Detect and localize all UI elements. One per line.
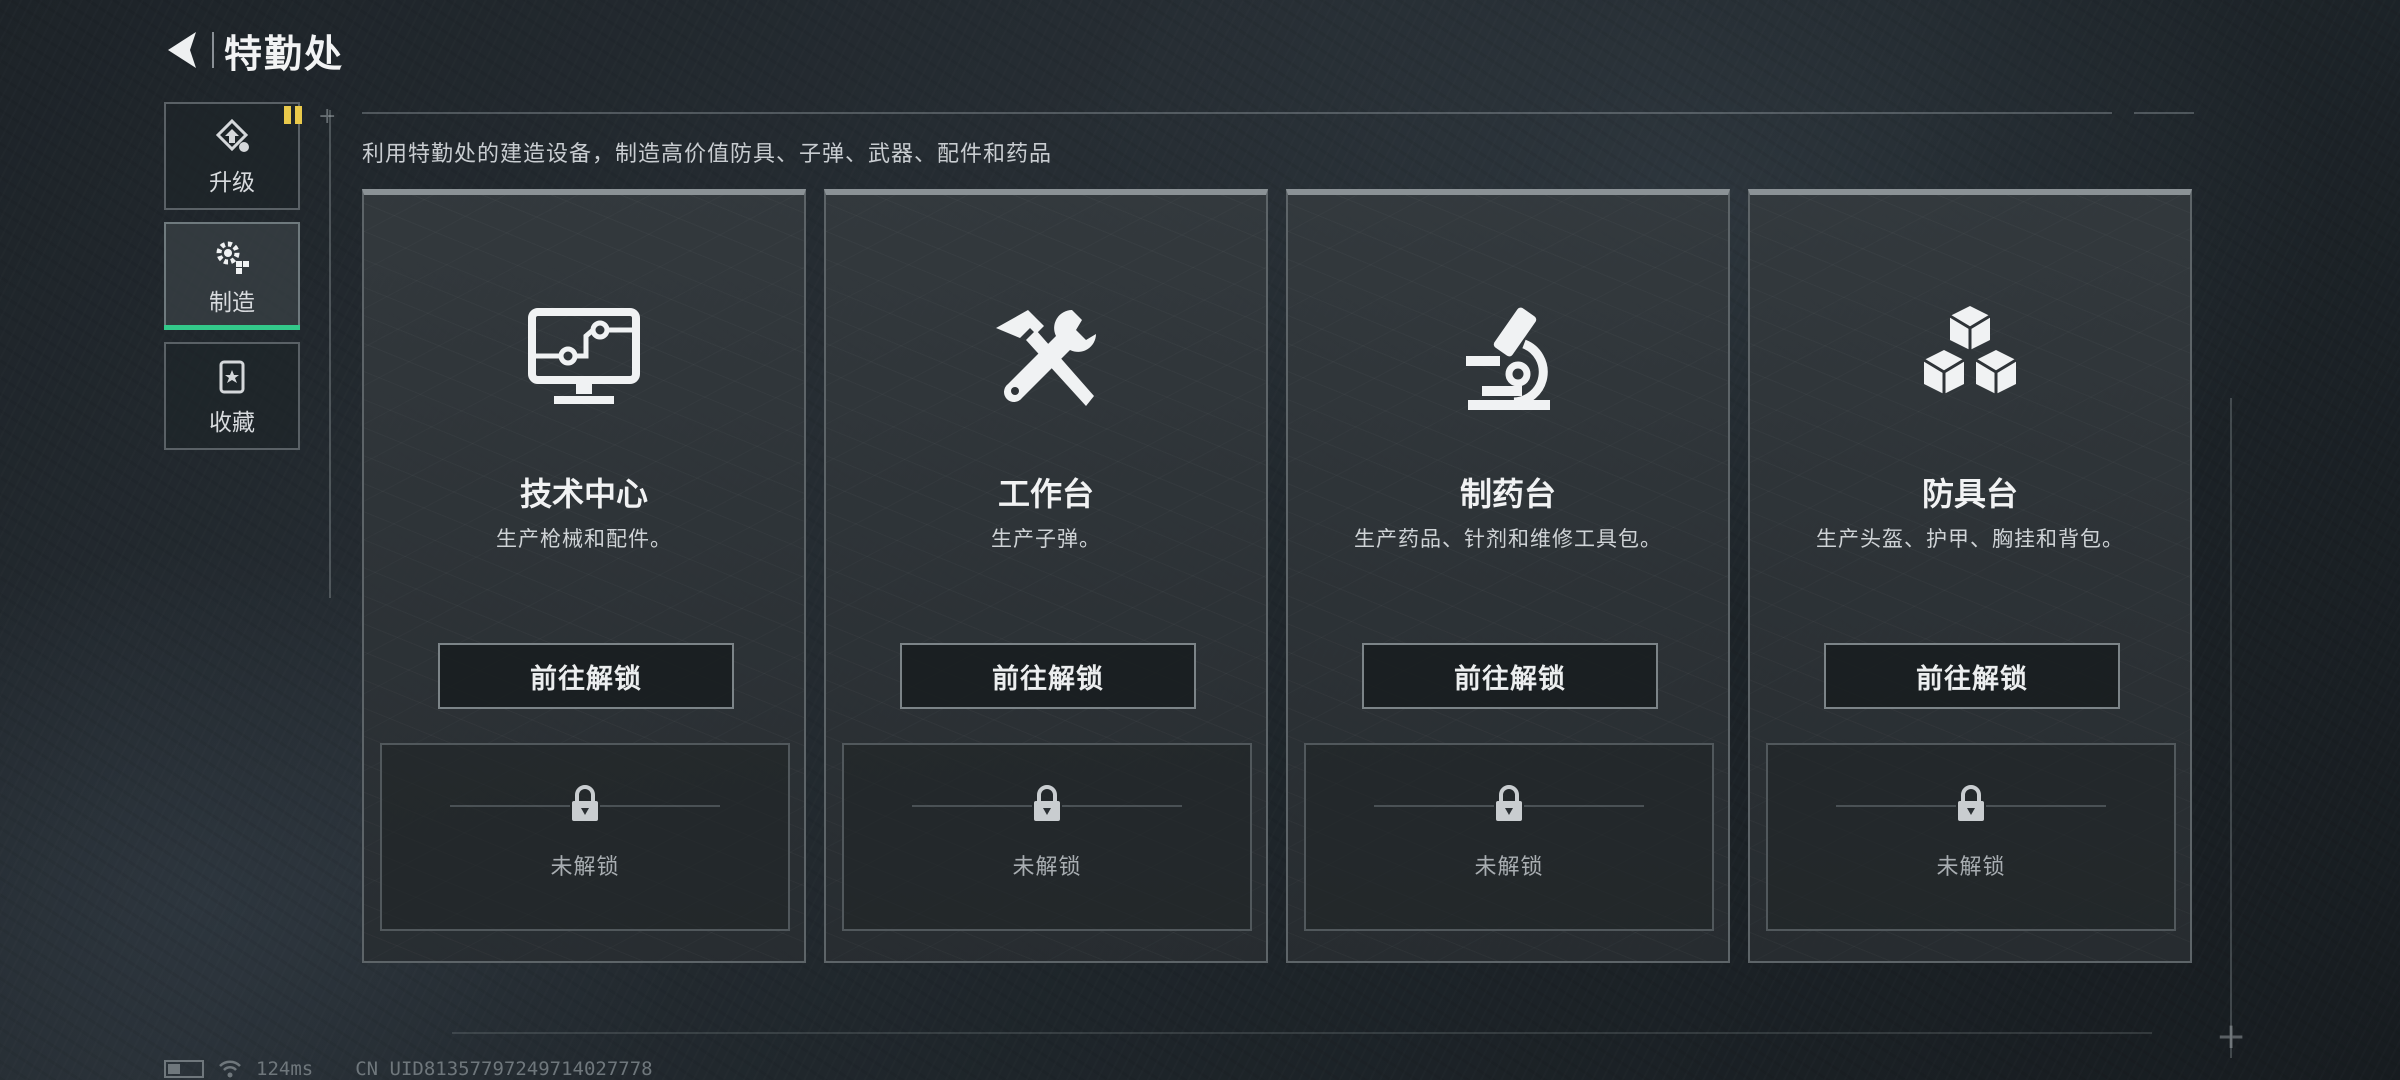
upgrade-icon [210,115,254,159]
ping-value: 124ms [256,1058,314,1080]
lock-divider-left [1374,805,1494,807]
wifi-icon [219,1060,241,1078]
locked-label: 未解锁 [1474,855,1544,880]
boxes-icon [1905,295,2035,425]
sidebar: 升级 制造 收藏 [164,102,302,462]
divider-horizontal-end [2134,112,2194,114]
monitor-circuit-icon [519,295,649,425]
card-title: 制药台 [1459,475,1556,513]
battery-icon [164,1060,204,1078]
header-divider [212,32,214,68]
facility-card-workbench[interactable]: 工作台 生产子弹。 前往解锁 未解锁 [824,189,1268,963]
sidebar-item-label: 制造 [209,290,255,316]
card-subtitle: 生产药品、针剂和维修工具包。 [1354,527,1662,551]
notification-badge [284,106,302,124]
lock-divider-right [600,805,720,807]
manufacture-gear-icon [210,235,254,279]
locked-label: 未解锁 [1012,855,1082,880]
facility-cards: 技术中心 生产枪械和配件。 前往解锁 未解锁 工作台 生产子弹。 前往解锁 未解… [362,189,2192,963]
corner-cross-decoration: + [318,104,337,129]
go-unlock-button[interactable]: 前往解锁 [1362,643,1658,709]
sidebar-item-label: 升级 [209,170,255,196]
decoration-bottom-line [452,1032,2152,1034]
locked-slot: 未解锁 [380,743,790,931]
status-bar: 124ms CN UID81357797249714027778 [164,1058,653,1080]
facility-card-pharmacy[interactable]: 制药台 生产药品、针剂和维修工具包。 前往解锁 未解锁 [1286,189,1730,963]
card-title: 防具台 [1921,475,2018,513]
lock-icon [572,785,598,821]
card-subtitle: 生产头盔、护甲、胸挂和背包。 [1816,527,2124,551]
locked-slot: 未解锁 [1304,743,1714,931]
back-arrow-icon [168,32,196,68]
sidebar-item-manufacture[interactable]: 制造 [164,222,300,330]
user-uid: CN UID81357797249714027778 [355,1058,653,1080]
hammer-wrench-icon [981,295,1111,425]
sidebar-item-collection[interactable]: 收藏 [164,342,300,450]
back-button[interactable] [160,22,204,78]
locked-slot: 未解锁 [1766,743,2176,931]
divider-vertical [329,110,331,598]
facility-card-tech-center[interactable]: 技术中心 生产枪械和配件。 前往解锁 未解锁 [362,189,806,963]
page-title: 特勤处 [224,31,345,76]
card-subtitle: 生产子弹。 [991,527,1101,551]
go-unlock-button[interactable]: 前往解锁 [1824,643,2120,709]
locked-label: 未解锁 [1936,855,2006,880]
sidebar-item-label: 收藏 [209,410,255,436]
lock-divider-left [450,805,570,807]
section-description: 利用特勤处的建造设备，制造高价值防具、子弹、武器、配件和药品 [362,142,1053,167]
card-title: 技术中心 [519,475,648,513]
lock-divider-right [1986,805,2106,807]
lock-divider-left [1836,805,1956,807]
go-unlock-button[interactable]: 前往解锁 [438,643,734,709]
divider-horizontal [362,112,2112,114]
card-subtitle: 生产枪械和配件。 [496,527,672,551]
collection-icon [210,355,254,399]
corner-cross-decoration: + [2216,1016,2247,1057]
microscope-icon [1443,295,1573,425]
locked-label: 未解锁 [550,855,620,880]
decoration-vertical-line [2230,398,2232,1058]
lock-divider-left [912,805,1032,807]
card-title: 工作台 [997,475,1094,513]
header: 特勤处 [160,22,344,78]
lock-icon [1958,785,1984,821]
locked-slot: 未解锁 [842,743,1252,931]
lock-icon [1496,785,1522,821]
go-unlock-button[interactable]: 前往解锁 [900,643,1196,709]
lock-divider-right [1062,805,1182,807]
sidebar-item-upgrade[interactable]: 升级 [164,102,302,210]
lock-icon [1034,785,1060,821]
lock-divider-right [1524,805,1644,807]
facility-card-armor-bench[interactable]: 防具台 生产头盔、护甲、胸挂和背包。 前往解锁 未解锁 [1748,189,2192,963]
